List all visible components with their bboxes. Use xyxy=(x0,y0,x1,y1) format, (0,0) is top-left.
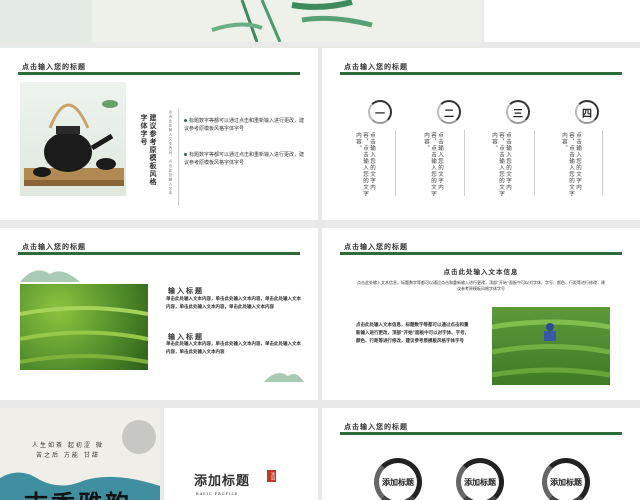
slide-title: 点击输入您的标题 xyxy=(22,242,86,251)
poem-line-1: 人生如茶 起初涩 微 xyxy=(32,442,104,449)
vertical-title-2: 字体字号 xyxy=(140,114,149,146)
mountain-decoration-right xyxy=(264,373,304,382)
divider-line xyxy=(178,108,179,206)
column-text-2: 点击输入您的文字内容，点击输入您的文字内容。 xyxy=(423,132,443,197)
column-text-3: 点击输入您的文字内容，点击输入您的文字内容。 xyxy=(491,132,511,197)
big-title: 古香雅韵 xyxy=(24,484,132,500)
ink-circle-3: 添加标题 xyxy=(542,458,590,500)
slide-title: 点击输入您的标题 xyxy=(344,422,408,431)
section-text-1: 单击此处输入文本内容，单击此处输入文本内容，单击此处输入文本内容，单击此处输入文… xyxy=(166,297,301,310)
slide-title: 添加标题 xyxy=(194,474,251,489)
title-underline xyxy=(340,252,622,255)
ink-circle-1: 添加标题 xyxy=(374,458,422,500)
slide-thumbnail-4[interactable]: 点击输入您的标题 输入标题 单击此处输入文本内容，单击此处输入文本内容，单击此处… xyxy=(0,228,318,400)
column-text-4: 点击输入您的文字内容，点击输入您的文字内容。 xyxy=(561,132,581,197)
intro-text: 点击此处输入文本信息，标题数字等都可以通过点击和重新输入进行更改，顶部“开始”面… xyxy=(356,280,606,291)
bullet-2: 标题数字等都可以通过点击和重新输入进行更改，建议参考原模板风格字体字号 xyxy=(184,152,305,166)
column-divider-3 xyxy=(534,130,535,196)
number-circle-1: 一 xyxy=(368,100,392,124)
mountain-decoration xyxy=(20,270,80,282)
title-underline xyxy=(340,72,622,75)
title-underline xyxy=(18,72,300,75)
bullet-1: 标题数字等都可以通过点击和重新输入进行更改，建议参考原模板风格字体字号 xyxy=(184,118,305,132)
slide-thumbnail-1b[interactable] xyxy=(92,0,482,42)
vertical-title-1: 建议参考原模板风格 xyxy=(149,114,158,186)
poem-line-2: 苦之后 方能 甘甜 xyxy=(36,452,100,459)
number-circle-2: 二 xyxy=(437,100,461,124)
slide-heading: 点击此处输入文本信息 xyxy=(443,268,519,276)
title-underline xyxy=(18,252,300,255)
column-divider-4 xyxy=(602,130,603,196)
slide-thumbnail-1[interactable] xyxy=(0,0,92,42)
column-text-1: 点击输入您的文字内容，点击输入您的文字内容。 xyxy=(355,132,375,197)
slide-title: 点击输入您的标题 xyxy=(22,62,86,71)
slide-title: 点击输入您的标题 xyxy=(344,62,408,71)
section-text-2: 单击此处输入文本内容，单击此处输入文本内容，单击此处输入文本内容，单击此处输入文… xyxy=(166,342,301,355)
column-divider-2 xyxy=(464,130,465,196)
slide-thumbnail-8[interactable]: 点击输入您的标题 添加标题 添加标题 添加标题 xyxy=(322,408,640,500)
slide-subtitle: BASIC PROFILE xyxy=(196,492,239,496)
title-underline xyxy=(340,432,622,435)
bamboo-illustration xyxy=(211,0,373,42)
slide-thumbnail-2[interactable]: 点击输入您的标题 建议参考原模板风格 字体字号 点击此处输入文本内容，点击此处输… xyxy=(0,48,318,220)
red-sun xyxy=(122,420,156,454)
teapot-image xyxy=(20,82,126,196)
slide-thumbnail-7[interactable]: 添加标题 添加 BASIC PROFILE xyxy=(164,408,318,500)
section-heading-1: 输入标题 xyxy=(168,286,204,295)
slide-thumbnail-2-top[interactable] xyxy=(484,0,640,42)
slide-thumbnail-5[interactable]: 点击输入您的标题 点击此处输入文本信息 点击此处输入文本信息，标题数字等都可以通… xyxy=(322,228,640,400)
number-circle-4: 四 xyxy=(575,100,599,124)
slide-thumbnail-6[interactable]: 人生如茶 起初涩 微 苦之后 方能 甘甜 古香雅韵 xyxy=(0,408,160,500)
tea-field-image xyxy=(19,284,149,370)
tea-picker-image xyxy=(491,307,611,385)
number-circle-3: 三 xyxy=(506,100,530,124)
ink-circle-2: 添加标题 xyxy=(456,458,504,500)
body-text: 点击此处输入文本信息，标题数字等都可以通过点击和重新输入进行更改，顶部“开始”面… xyxy=(356,323,470,344)
column-divider-1 xyxy=(395,130,396,196)
slide-title: 点击输入您的标题 xyxy=(344,242,408,251)
vertical-small-text: 点击此处输入文本内容，点击此处输入文本 xyxy=(169,110,173,196)
slide-thumbnail-3[interactable]: 点击输入您的标题 一 二 三 四 点击输入您的文字内容，点击输入您的文字内容。 … xyxy=(322,48,640,220)
red-seal: 添加 xyxy=(267,470,276,482)
